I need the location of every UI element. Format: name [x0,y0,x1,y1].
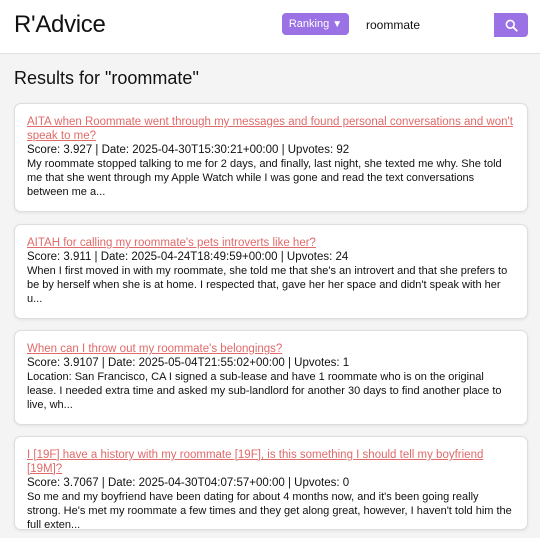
result-snippet: So me and my boyfriend have been dating … [27,491,512,531]
result-snippet: My roommate stopped talking to me for 2 … [27,158,502,198]
result-meta: Score: 3.927 | Date: 2025-04-30T15:30:21… [27,144,350,156]
result-card: AITA when Roommate went through my messa… [14,103,528,212]
ranking-dropdown-button[interactable]: Ranking ▼ [282,13,349,35]
search-input[interactable] [357,13,494,37]
result-card: I [19F] have a history with my roommate … [14,436,528,531]
search-icon [505,19,518,32]
result-meta: Score: 3.7067 | Date: 2025-04-30T04:07:5… [27,477,350,489]
result-snippet: Location: San Francisco, CA I signed a s… [27,371,502,411]
result-card: When can I throw out my roommate's belon… [14,330,528,425]
result-card: AITAH for calling my roommate's pets int… [14,224,528,319]
search-button[interactable] [494,13,528,37]
result-title-link[interactable]: AITAH for calling my roommate's pets int… [27,236,515,250]
app-logo[interactable]: R'Advice [14,11,106,39]
result-meta: Score: 3.911 | Date: 2025-04-24T18:49:59… [27,251,349,263]
result-title-link[interactable]: I [19F] have a history with my roommate … [27,448,515,476]
results-heading: Results for "roommate" [14,68,199,88]
top-bar: R'Advice Ranking ▼ [0,0,540,54]
caret-down-icon: ▼ [332,18,343,30]
result-title-link[interactable]: When can I throw out my roommate's belon… [27,342,515,356]
result-meta: Score: 3.9107 | Date: 2025-05-04T21:55:0… [27,357,350,369]
result-title-link[interactable]: AITA when Roommate went through my messa… [27,115,515,143]
result-snippet: When I first moved in with my roommate, … [27,265,508,305]
ranking-label: Ranking [288,18,330,30]
